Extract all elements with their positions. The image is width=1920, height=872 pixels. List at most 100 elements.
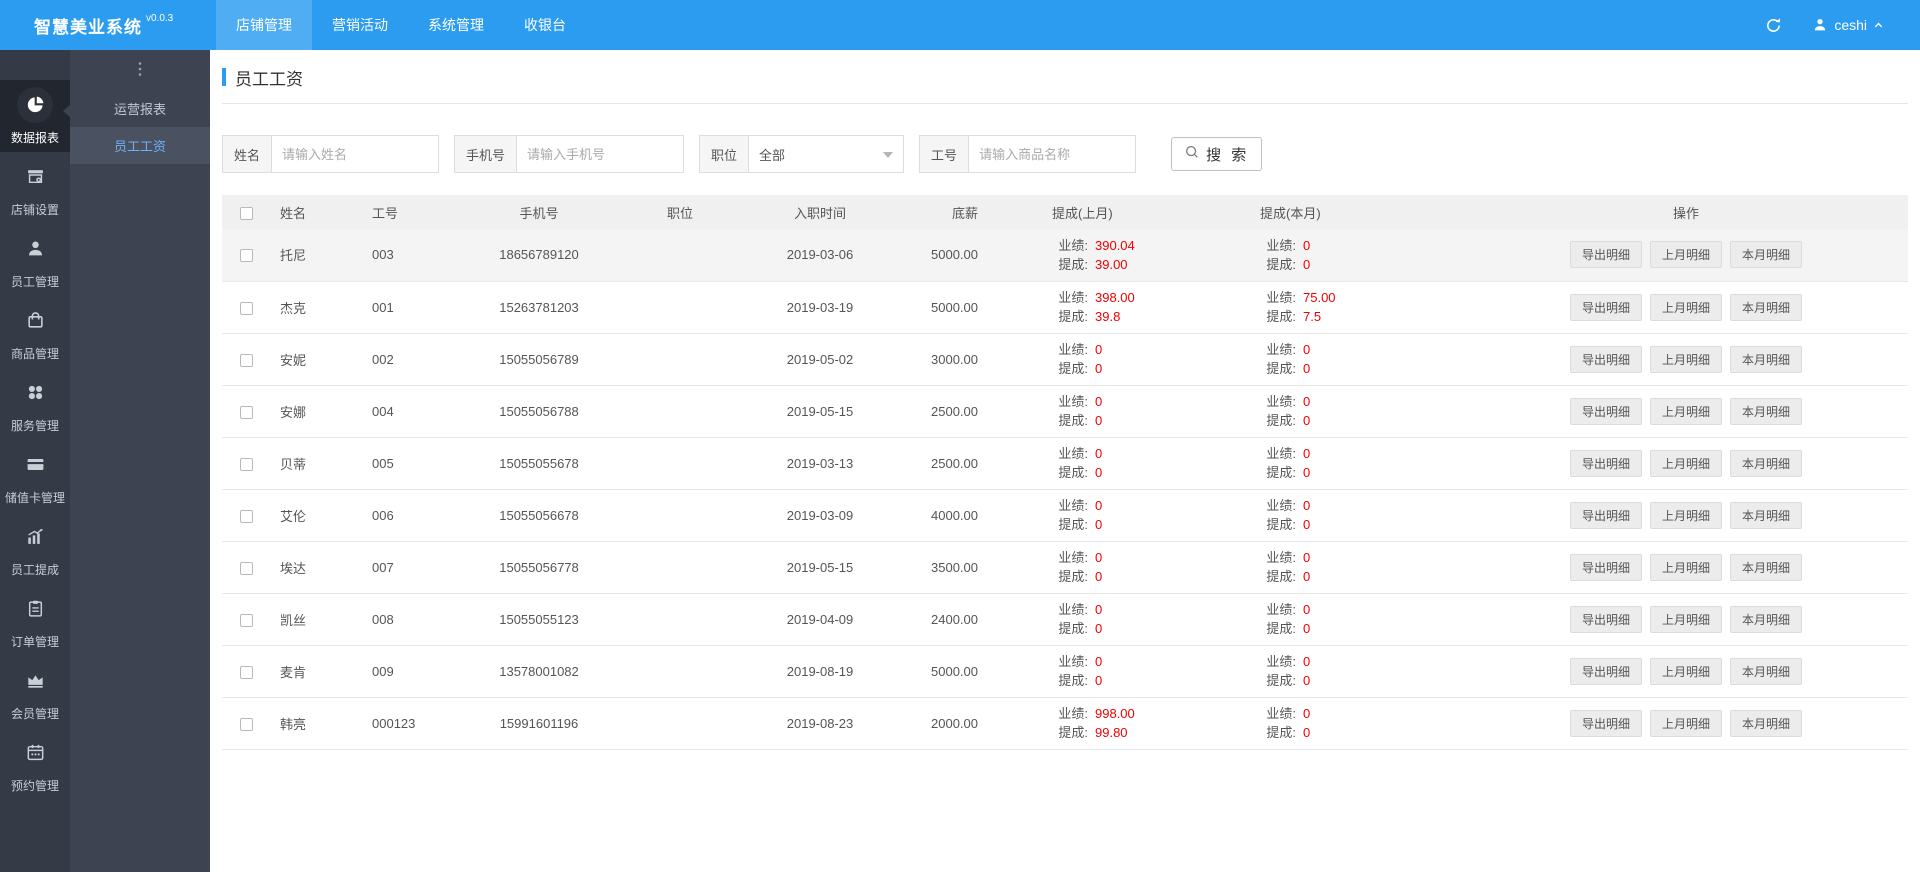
this-month-detail-button[interactable]: 本月明细 [1730, 553, 1803, 581]
employee-phone: 18656789120 [454, 229, 624, 282]
row-checkbox[interactable] [239, 249, 253, 263]
search-button[interactable]: 搜 索 [1171, 137, 1263, 171]
employee-name: 艾伦 [270, 489, 358, 542]
performance-value: 0 [1095, 550, 1103, 565]
performance-label: 业绩: [1266, 498, 1296, 513]
dots-vertical-icon[interactable] [70, 58, 210, 80]
this-month-detail-button[interactable]: 本月明细 [1730, 293, 1803, 321]
column-header: 底薪 [904, 195, 1044, 229]
commission-label: 提成: [1058, 569, 1088, 584]
employee-base-salary: 5000.00 [904, 281, 1044, 334]
performance-value: 390.04 [1095, 237, 1135, 253]
export-detail-button[interactable]: 导出明细 [1569, 345, 1642, 373]
export-detail-button[interactable]: 导出明细 [1569, 397, 1642, 425]
performance-value: 398.00 [1095, 290, 1135, 305]
sidebar-item-data-reports[interactable]: 数据报表 [0, 80, 70, 152]
performance-label: 业绩: [1266, 290, 1296, 305]
filter-input-name[interactable] [271, 135, 440, 173]
filter-select-position[interactable]: 全部 [748, 135, 905, 173]
commission-this-month: 业绩: 0 提成: 0 [1252, 489, 1464, 542]
this-month-detail-button[interactable]: 本月明细 [1730, 241, 1803, 269]
this-month-detail-button[interactable]: 本月明细 [1730, 397, 1803, 425]
export-detail-button[interactable]: 导出明细 [1569, 293, 1642, 321]
last-month-detail-button[interactable]: 上月明细 [1649, 709, 1722, 737]
employee-base-salary: 2000.00 [904, 697, 1044, 750]
last-month-detail-button[interactable]: 上月明细 [1649, 501, 1722, 529]
performance-label: 业绩: [1058, 290, 1088, 305]
this-month-detail-button[interactable]: 本月明细 [1730, 709, 1803, 737]
select-all-checkbox[interactable] [239, 206, 253, 220]
employee-position [624, 593, 736, 646]
commission-last-month: 业绩: 390.04 提成: 39.00 [1044, 229, 1252, 282]
filter-input-job-no[interactable] [968, 135, 1137, 173]
employee-position [624, 489, 736, 542]
sidebar-item-member-management[interactable]: 会员管理 [0, 656, 70, 728]
last-month-detail-button[interactable]: 上月明细 [1649, 553, 1722, 581]
last-month-detail-button[interactable]: 上月明细 [1649, 293, 1722, 321]
commission-this-month: 业绩: 0 提成: 0 [1252, 229, 1464, 282]
column-header: 职位 [624, 195, 736, 229]
performance-value: 0 [1095, 394, 1103, 409]
this-month-detail-button[interactable]: 本月明细 [1730, 345, 1803, 373]
last-month-detail-button[interactable]: 上月明细 [1649, 449, 1722, 477]
sidebar-item-staff-management[interactable]: 员工管理 [0, 224, 70, 296]
row-checkbox[interactable] [239, 457, 253, 471]
performance-value: 0 [1095, 498, 1103, 513]
filter-input-phone[interactable] [516, 135, 685, 173]
column-header: 工号 [358, 195, 454, 229]
export-detail-button[interactable]: 导出明细 [1569, 241, 1642, 269]
row-checkbox[interactable] [239, 717, 253, 731]
sidebar-item-goods-management[interactable]: 商品管理 [0, 296, 70, 368]
row-checkbox[interactable] [239, 301, 253, 315]
this-month-detail-button[interactable]: 本月明细 [1730, 449, 1803, 477]
last-month-detail-button[interactable]: 上月明细 [1649, 345, 1722, 373]
commission-this-month: 业绩: 0 提成: 0 [1252, 385, 1464, 438]
export-detail-button[interactable]: 导出明细 [1569, 449, 1642, 477]
row-checkbox[interactable] [239, 613, 253, 627]
last-month-detail-button[interactable]: 上月明细 [1649, 397, 1722, 425]
submenu-item-staff-salary[interactable]: 员工工资 [70, 127, 210, 164]
performance-value: 998.00 [1095, 706, 1135, 721]
row-checkbox[interactable] [239, 509, 253, 523]
nav-tab-cashier[interactable]: 收银台 [504, 0, 586, 50]
export-detail-button[interactable]: 导出明细 [1569, 553, 1642, 581]
commission-label: 提成: [1266, 673, 1296, 688]
last-month-detail-button[interactable]: 上月明细 [1649, 605, 1722, 633]
row-checkbox[interactable] [239, 561, 253, 575]
nav-tab-marketing-activity[interactable]: 营销活动 [312, 0, 408, 50]
performance-value: 0 [1303, 602, 1311, 617]
sidebar-item-staff-commission[interactable]: 员工提成 [0, 512, 70, 584]
person-icon [17, 231, 53, 267]
chart-growth-icon [17, 519, 53, 555]
page-title: 员工工资 [222, 64, 1908, 90]
export-detail-button[interactable]: 导出明细 [1569, 709, 1642, 737]
commission-value: 39.8 [1095, 309, 1121, 324]
employee-job-no: 007 [358, 541, 454, 594]
sidebar-item-store-settings[interactable]: 店铺设置 [0, 152, 70, 224]
commission-last-month: 业绩: 0 提成: 0 [1044, 437, 1252, 490]
nav-tab-store-management[interactable]: 店铺管理 [216, 0, 312, 50]
user-menu[interactable]: ceshi [1812, 17, 1884, 33]
export-detail-button[interactable]: 导出明细 [1569, 501, 1642, 529]
performance-value: 75.00 [1303, 290, 1336, 305]
sidebar-item-booking-management[interactable]: 预约管理 [0, 728, 70, 800]
this-month-detail-button[interactable]: 本月明细 [1730, 605, 1803, 633]
sidebar-item-service-management[interactable]: 服务管理 [0, 368, 70, 440]
sidebar-item-stored-card-management[interactable]: 储值卡管理 [0, 440, 70, 512]
employee-name: 安娜 [270, 385, 358, 438]
nav-tab-system-management[interactable]: 系统管理 [408, 0, 504, 50]
refresh-icon[interactable] [1765, 17, 1782, 34]
sidebar-item-label: 订单管理 [10, 634, 59, 649]
row-checkbox[interactable] [239, 405, 253, 419]
performance-value: 0 [1303, 550, 1311, 565]
row-checkbox[interactable] [239, 665, 253, 679]
this-month-detail-button[interactable]: 本月明细 [1730, 501, 1803, 529]
last-month-detail-button[interactable]: 上月明细 [1649, 657, 1722, 685]
this-month-detail-button[interactable]: 本月明细 [1730, 657, 1803, 685]
sidebar-item-order-management[interactable]: 订单管理 [0, 584, 70, 656]
last-month-detail-button[interactable]: 上月明细 [1649, 241, 1722, 269]
submenu-item-operation-report[interactable]: 运营报表 [70, 90, 210, 127]
export-detail-button[interactable]: 导出明细 [1569, 605, 1642, 633]
row-checkbox[interactable] [239, 353, 253, 367]
export-detail-button[interactable]: 导出明细 [1569, 657, 1642, 685]
